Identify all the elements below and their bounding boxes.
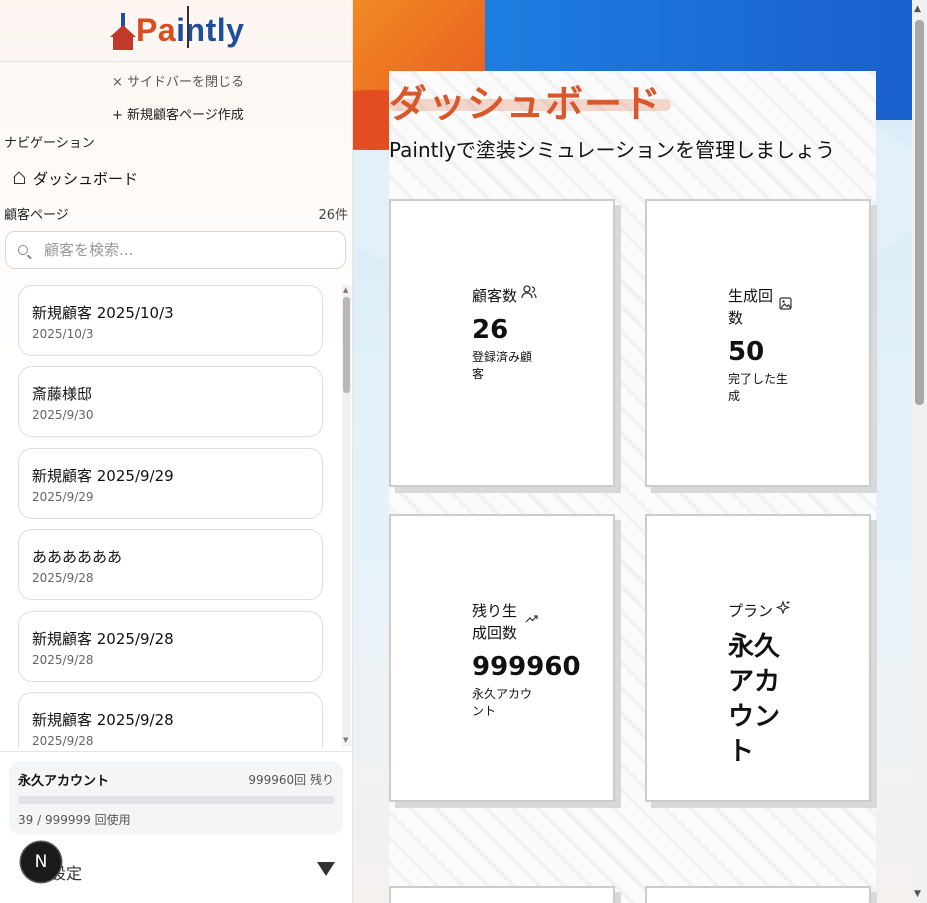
home-icon: [14, 173, 25, 184]
trending-up-icon: [525, 612, 538, 627]
search-icon: [18, 245, 28, 255]
logo-text-a: Pa: [136, 11, 177, 48]
customer-name: 新規顧客 2025/9/28: [32, 630, 174, 648]
close-sidebar-button[interactable]: × サイドバーを閉じる: [112, 71, 244, 90]
customer-search[interactable]: [5, 231, 346, 269]
list-item[interactable]: 新規顧客 2025/10/3 2025/10/3: [18, 285, 323, 356]
list-scrollbar-thumb[interactable]: [343, 297, 350, 393]
customer-date: 2025/9/28: [32, 734, 94, 748]
logo-divider: [187, 6, 189, 48]
customer-date: 2025/9/29: [32, 490, 94, 504]
sidebar-item-dashboard[interactable]: ダッシュボード: [14, 168, 138, 189]
page-scrollbar-thumb[interactable]: [915, 20, 924, 405]
house-brush-icon: [110, 13, 136, 50]
stat-value: 999960: [472, 652, 581, 682]
customer-name: 新規顧客 2025/9/29: [32, 467, 174, 485]
stat-card-partial: [645, 886, 871, 903]
list-item[interactable]: 新規顧客 2025/9/29 2025/9/29: [18, 448, 323, 519]
customers-section-label: 顧客ページ: [4, 208, 69, 223]
page-scroll-down-icon[interactable]: ▼: [914, 889, 921, 899]
dashboard-panel: ダッシュボード Paintlyで塗装シミュレーションを管理しましょう 顧客数 2…: [389, 71, 876, 903]
plan-name: 永久アカウント: [18, 774, 110, 789]
divider: [0, 751, 352, 752]
scroll-up-arrow-icon[interactable]: ▲: [343, 286, 348, 294]
list-item[interactable]: 新規顧客 2025/9/28 2025/9/28: [18, 611, 323, 682]
search-input[interactable]: [42, 240, 326, 260]
scroll-down-arrow-icon[interactable]: ▼: [343, 736, 348, 744]
stat-value: 26: [472, 315, 509, 345]
customers-count: 26件: [318, 208, 348, 223]
n-badge[interactable]: N: [21, 842, 61, 882]
stat-description: 登録済み顧客: [472, 350, 533, 381]
customer-name: 新規顧客 2025/9/28: [32, 711, 174, 729]
stat-description: 永久アカウント: [472, 687, 533, 718]
plan-usage: 39 / 999999 回使用: [18, 813, 131, 827]
sparkles-icon: [775, 600, 791, 620]
stat-card-plan[interactable]: プラン 永久アカウント: [645, 514, 871, 802]
customer-name: 新規顧客 2025/10/3: [32, 304, 174, 322]
stat-value: 永久アカウント: [728, 632, 781, 767]
customer-date: 2025/10/3: [32, 327, 94, 341]
new-customer-page-button[interactable]: + 新規顧客ページ作成: [112, 104, 244, 123]
stat-card-generations[interactable]: 生成回数 50 完了した生成: [645, 199, 871, 487]
image-icon: [779, 297, 792, 314]
stat-description: 完了した生成: [728, 372, 789, 403]
sidebar: Paintly × サイドバーを閉じる + 新規顧客ページ作成 ナビゲーション …: [0, 0, 353, 903]
usage-progress-bar: [18, 796, 335, 804]
stat-label: プラン: [728, 602, 774, 620]
customer-date: 2025/9/28: [32, 571, 94, 585]
plan-remaining: 999960回 残り: [248, 773, 334, 787]
sidebar-item-label: ダッシュボード: [33, 170, 139, 188]
stat-label: 残り生成回数: [472, 602, 518, 642]
stat-card-customers[interactable]: 顧客数 26 登録済み顧客: [389, 199, 615, 487]
divider: [0, 61, 352, 62]
page-scroll-up-icon[interactable]: ▲: [914, 4, 921, 14]
main-content: ダッシュボード Paintlyで塗装シミュレーションを管理しましょう 顧客数 2…: [353, 0, 912, 903]
nav-section-label: ナビゲーション: [4, 136, 95, 151]
page-subtitle: Paintlyで塗装シミュレーションを管理しましょう: [389, 138, 836, 162]
plan-usage-card: 永久アカウント 999960回 残り 39 / 999999 回使用: [9, 761, 343, 835]
paintly-logo[interactable]: Paintly: [110, 6, 244, 54]
list-item[interactable]: ああああああ 2025/9/28: [18, 529, 323, 600]
chevron-down-icon[interactable]: [317, 862, 335, 876]
customer-list: 新規顧客 2025/10/3 2025/10/3 斎藤様邸 2025/9/30 …: [18, 284, 338, 748]
stat-label: 生成回数: [728, 287, 774, 327]
customer-name: ああああああ: [32, 548, 123, 566]
customer-date: 2025/9/30: [32, 408, 94, 422]
stat-label: 顧客数: [472, 287, 518, 305]
page-title: ダッシュボード: [389, 82, 663, 126]
customer-name: 斎藤様邸: [32, 385, 93, 403]
list-item[interactable]: 新規顧客 2025/9/28 2025/9/28: [18, 692, 323, 748]
stat-value: 50: [728, 337, 765, 367]
stat-card-partial: [389, 886, 615, 903]
stat-card-remaining[interactable]: 残り生成回数 999960 永久アカウント: [389, 514, 615, 802]
users-icon: [521, 285, 537, 303]
customer-date: 2025/9/28: [32, 653, 94, 667]
list-item[interactable]: 斎藤様邸 2025/9/30: [18, 366, 323, 437]
